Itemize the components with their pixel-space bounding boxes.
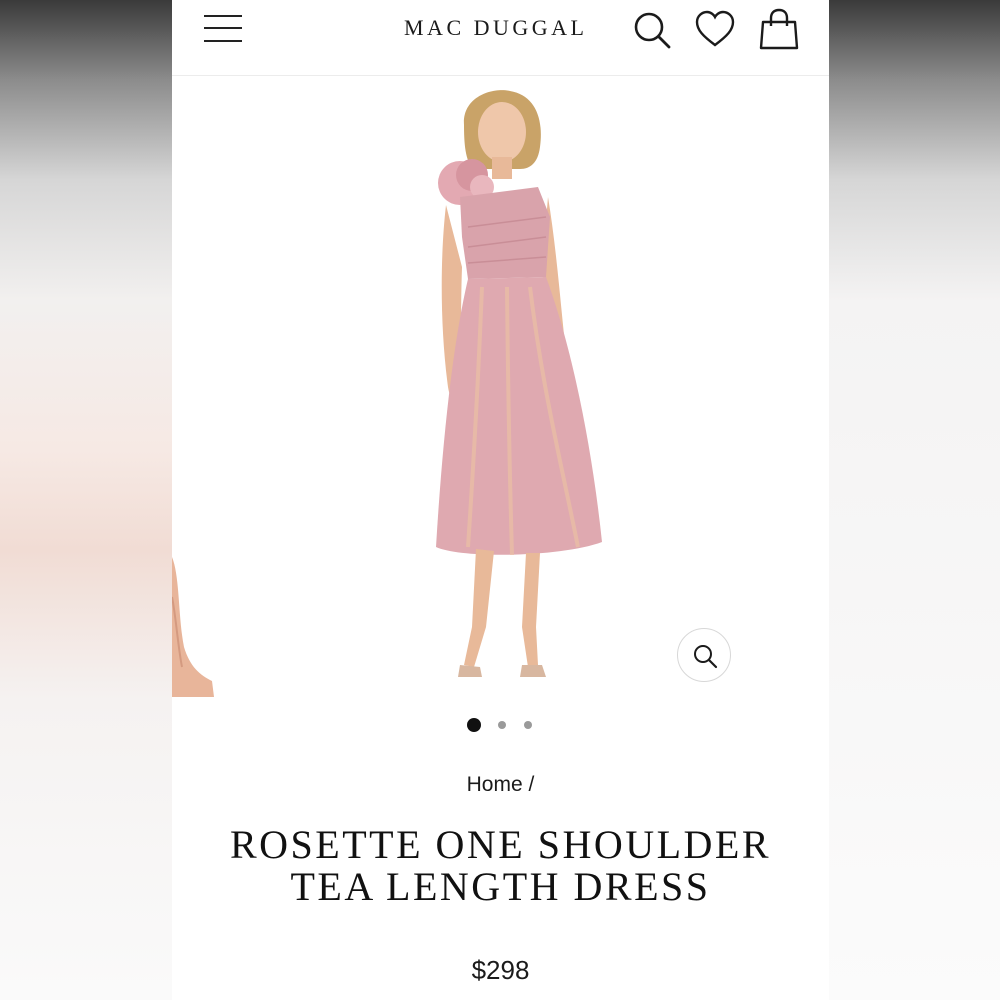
breadcrumb-separator: / [528,773,535,796]
product-image-gallery[interactable] [172,77,829,697]
search-icon[interactable] [632,8,672,50]
product-photo [436,90,602,677]
product-title: ROSETTE ONE SHOULDER TEA LENGTH DRESS [172,824,829,908]
gallery-pagination [467,718,537,732]
blurred-backdrop-right [828,0,1000,1000]
gallery-dot-3[interactable] [524,721,532,729]
zoom-icon [694,645,718,669]
zoom-button[interactable] [677,628,731,682]
breadcrumb: Home / [172,773,829,797]
gallery-dot-2[interactable] [498,721,506,729]
hamburger-menu-icon[interactable] [204,14,244,44]
heart-icon[interactable] [695,8,735,50]
product-price: $298 [471,955,530,985]
product-title-line-1: ROSETTE ONE SHOULDER [229,822,772,867]
brand-logo[interactable]: MAC DUGGAL [404,15,604,41]
site-header: MAC DUGGAL [172,0,829,76]
product-title-line-2: TEA LENGTH DRESS [290,864,711,909]
blurred-backdrop-left [0,0,172,1000]
product-page: MAC DUGGAL Home / ROSETTE ONE SHOULDER T… [172,0,829,1000]
breadcrumb-home-link[interactable]: Home [467,773,523,796]
shopping-bag-icon[interactable] [759,8,799,50]
previous-slide-peek[interactable] [172,557,216,697]
gallery-dot-1-active[interactable] [467,718,481,732]
